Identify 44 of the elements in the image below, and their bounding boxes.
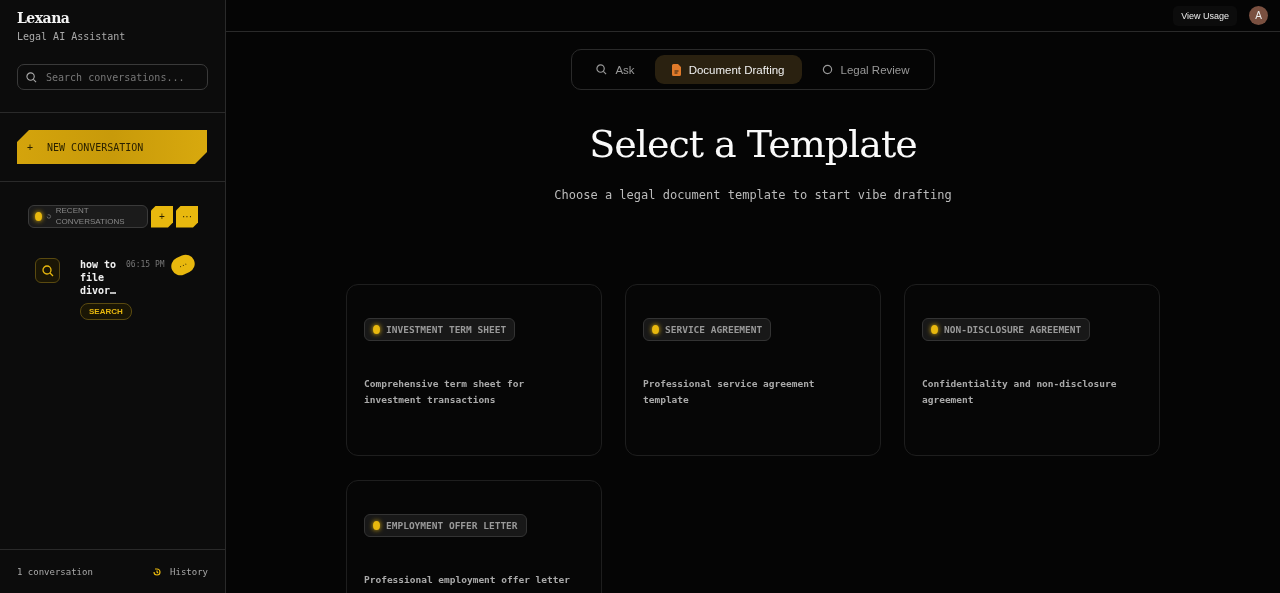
document-icon <box>671 63 681 76</box>
circle-icon <box>821 64 833 75</box>
template-tag: NON-DISCLOSURE AGREEMENT <box>922 318 1091 341</box>
search-icon <box>41 264 54 277</box>
template-card[interactable]: INVESTMENT TERM SHEET Comprehensive term sheet for investment transactions <box>346 284 602 456</box>
conversation-title[interactable]: how to file divor… <box>80 258 120 297</box>
brand-tagline: Legal AI Assistant <box>17 31 127 42</box>
history-icon <box>46 213 52 220</box>
conversation-search-icon-button[interactable] <box>35 258 60 283</box>
conversation-tag: SEARCH <box>80 303 132 320</box>
conversation-time: 06:15 PM <box>126 260 165 269</box>
history-link[interactable]: History <box>152 566 208 577</box>
status-dot <box>373 521 380 530</box>
template-tag: SERVICE AGREEMENT <box>643 318 772 341</box>
search-field[interactable]: Search conversations... <box>17 64 208 90</box>
user-avatar[interactable]: A <box>1249 6 1268 25</box>
history-icon <box>152 566 163 577</box>
template-tag: EMPLOYMENT OFFER LETTER <box>364 514 527 537</box>
search-icon <box>26 71 37 83</box>
page-subheading: Choose a legal document template to start vibe drafting <box>554 188 952 202</box>
template-description: Confidentiality and non-disclosure agreement <box>922 377 1118 407</box>
status-dot <box>35 212 42 221</box>
add-button[interactable]: + <box>151 205 173 228</box>
status-dot <box>652 325 659 334</box>
status-dot <box>373 325 380 334</box>
search-icon <box>596 64 608 75</box>
template-description: Comprehensive term sheet for investment transactions <box>364 377 526 407</box>
status-dot <box>931 325 938 334</box>
template-description: Professional service agreement template <box>643 377 816 407</box>
template-card[interactable]: SERVICE AGREEMENT Professional service agreement template <box>625 284 881 456</box>
page-heading: Select a Template <box>589 122 917 166</box>
mode-tab[interactable]: Legal Review <box>805 55 926 84</box>
template-card[interactable]: NON-DISCLOSURE AGREEMENT Confidentiality and non-disclosure agreement <box>904 284 1160 456</box>
more-button[interactable]: ··· <box>176 205 198 228</box>
brand-name: Lexana <box>17 10 71 26</box>
template-card[interactable]: EMPLOYMENT OFFER LETTER Professional employment offer letter <box>346 480 602 593</box>
new-conversation-button[interactable]: + NEW CONVERSATION <box>17 130 207 164</box>
template-tag: INVESTMENT TERM SHEET <box>364 318 516 341</box>
conversation-count: 1 conversation <box>17 566 93 577</box>
mode-tab[interactable]: Ask <box>580 55 651 84</box>
mode-tab[interactable]: Document Drafting <box>654 55 802 84</box>
template-description: Professional employment offer letter <box>364 573 571 587</box>
recent-conversations-text: RECENT CONVERSATIONS <box>55 206 126 227</box>
view-usage-button[interactable]: View Usage <box>1173 5 1237 26</box>
